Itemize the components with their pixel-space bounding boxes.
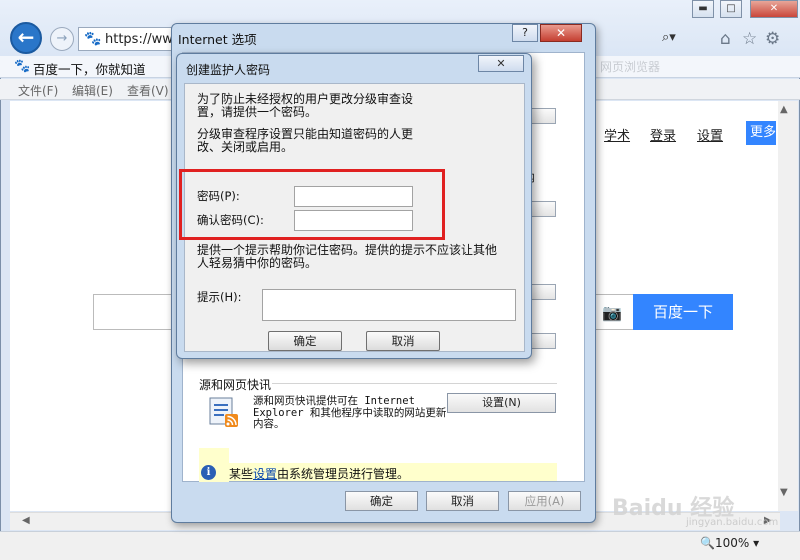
highlight-box — [179, 169, 445, 240]
password-close-button[interactable]: ✕ — [478, 55, 524, 72]
scroll-down-arrow-icon[interactable]: ▼ — [780, 487, 788, 498]
password-cancel-button[interactable]: 取消 — [366, 331, 440, 351]
options-side-button-4[interactable] — [528, 333, 556, 349]
create-password-title: 创建监护人密码 — [186, 63, 271, 77]
options-apply-button: 应用(A) — [508, 491, 581, 511]
admin-settings-link[interactable]: 设置 — [253, 467, 277, 481]
password-ok-button[interactable]: 确定 — [268, 331, 342, 351]
zoom-level[interactable]: 🔍100% ▾ — [700, 536, 759, 550]
baidu-tab-icon: 🐾 — [14, 59, 31, 74]
menu-view[interactable]: 查看(V) — [127, 82, 169, 99]
info-icon: i — [201, 465, 216, 480]
tab-background-text: 网页浏览器 — [600, 60, 661, 74]
scroll-left-arrow-icon[interactable]: ◀ — [22, 515, 30, 526]
search-dropdown-icon[interactable]: ⌕▾ — [662, 30, 676, 45]
options-side-button-2[interactable] — [528, 201, 556, 217]
tab-title[interactable]: 百度一下，你就知道 — [33, 59, 146, 78]
baidu-paw-icon: 🐾 — [84, 31, 102, 47]
password-explanation: 分级审查程序设置只能由知道密码的人更改、关闭或启用。 — [197, 127, 414, 154]
menu-edit[interactable]: 编辑(E) — [72, 82, 113, 99]
close-window-button[interactable]: ✕ — [750, 0, 798, 18]
options-ok-button[interactable]: 确定 — [345, 491, 418, 511]
baidu-search-button[interactable]: 百度一下 — [633, 294, 733, 330]
admin-suffix: 由系统管理员进行管理。 — [277, 467, 410, 481]
link-login[interactable]: 登录 — [650, 125, 676, 144]
address-bar[interactable]: 🐾 https://www — [78, 27, 184, 51]
favorites-star-icon[interactable]: ☆ — [742, 29, 757, 49]
feeds-heading: 源和网页快讯 — [199, 378, 272, 392]
feeds-description: 源和网页快讯提供可在 Internet Explorer 和其他程序中读取的网站… — [253, 395, 447, 430]
hint-input[interactable] — [262, 289, 516, 321]
link-xueshu[interactable]: 学术 — [604, 125, 630, 144]
password-instructions: 为了防止未经授权的用户更改分级审查设置，请提供一个密码。 — [197, 92, 414, 119]
zoom-value: 100% — [714, 536, 750, 550]
hint-instructions: 提供一个提示帮助你记住密码。提供的提示不应该让其他人轻易猜中你的密码。 — [197, 243, 498, 270]
help-button[interactable]: ? — [512, 24, 538, 42]
status-bar — [0, 531, 800, 560]
gear-icon[interactable]: ⚙ — [765, 29, 780, 49]
home-icon[interactable]: ⌂ — [720, 29, 731, 49]
back-button[interactable]: ← — [10, 22, 42, 54]
more-button[interactable]: 更多 — [746, 121, 776, 145]
feeds-divider — [272, 383, 557, 384]
admin-prefix: 某些 — [229, 467, 254, 481]
options-side-button-3[interactable] — [528, 284, 556, 300]
watermark-url: jingyan.baidu.com — [686, 517, 779, 528]
scroll-up-arrow-icon[interactable]: ▲ — [780, 104, 788, 115]
minimize-button[interactable]: ▬ — [692, 0, 714, 18]
feeds-settings-button[interactable]: 设置(N) — [447, 393, 556, 413]
menu-file[interactable]: 文件(F) — [18, 82, 58, 99]
hint-label: 提示(H): — [197, 290, 242, 304]
feeds-icon — [209, 397, 238, 427]
vertical-scrollbar[interactable] — [778, 101, 798, 511]
options-side-button-1[interactable] — [528, 108, 556, 124]
link-settings[interactable]: 设置 — [697, 125, 723, 144]
admin-note-text: 某些设置由系统管理员进行管理。 — [229, 465, 409, 482]
options-close-button[interactable]: ✕ — [540, 24, 582, 42]
internet-options-title: Internet 选项 — [178, 32, 257, 47]
maximize-button[interactable]: □ — [720, 0, 742, 18]
forward-button[interactable]: → — [50, 27, 74, 51]
camera-icon[interactable]: 📷 — [602, 303, 622, 322]
options-cancel-button[interactable]: 取消 — [426, 491, 499, 511]
